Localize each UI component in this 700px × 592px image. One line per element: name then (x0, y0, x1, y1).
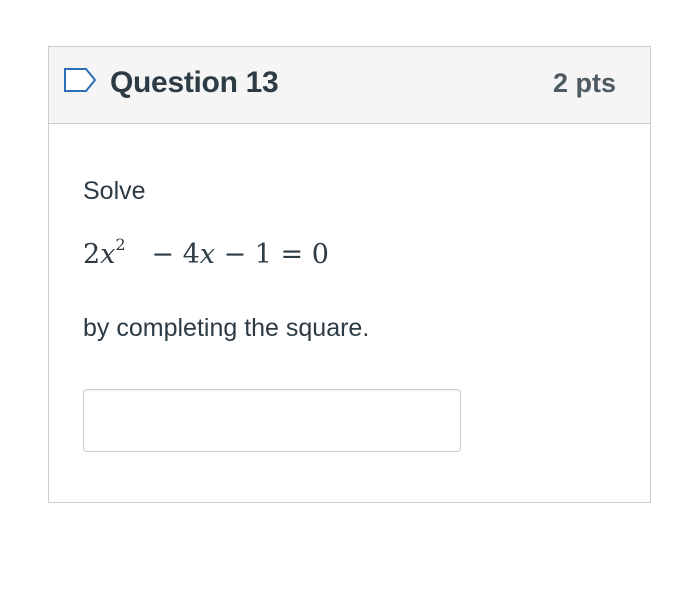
equation-coefficient: 2 (83, 239, 101, 270)
question-points: 2 pts (552, 68, 616, 98)
question-prompt: Solve (83, 177, 146, 205)
question-body: Solve 2x2 − 4x − 1 = 0 by completing the… (49, 124, 650, 502)
question-title: Question 13 (110, 66, 279, 99)
equation-exponent: 2 (115, 235, 126, 254)
equation-variable: x (100, 239, 116, 270)
question-card: Question 13 2 pts Solve 2x2 − 4x − 1 = 0… (48, 46, 651, 503)
equation: 2x2 − 4x − 1 = 0 (83, 235, 329, 270)
question-header: Question 13 2 pts (49, 47, 650, 124)
equation-tail: − 1 = 0 (223, 239, 329, 270)
equation-variable-2: x (199, 239, 215, 270)
equation-term: − 4 (151, 239, 200, 270)
flag-outline-icon[interactable] (63, 67, 97, 93)
question-instruction: by completing the square. (83, 314, 370, 342)
answer-input[interactable] (83, 389, 461, 452)
